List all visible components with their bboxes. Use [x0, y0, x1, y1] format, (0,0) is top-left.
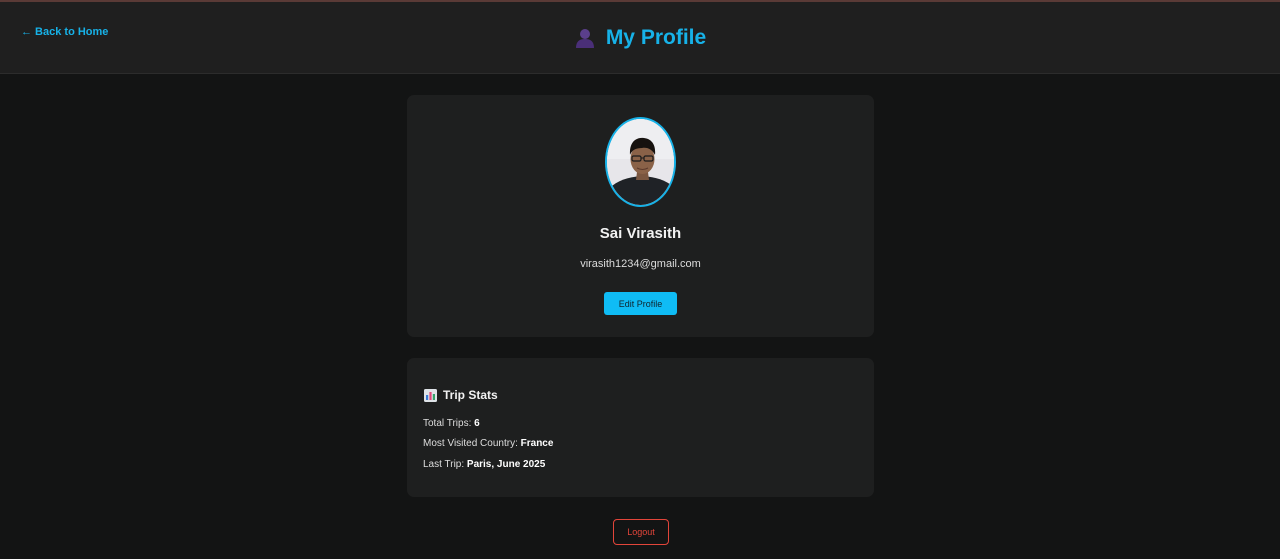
user-name: Sai Virasith [599, 225, 682, 242]
logout-button[interactable]: Logout [613, 519, 669, 545]
profile-card: Sai Virasith virasith1234@gmail.com Edit… [407, 95, 874, 337]
stat-value: Paris, June 2025 [466, 459, 546, 470]
trip-stats-card: Trip Stats Total Trips: 6 Most Visited C… [407, 358, 874, 497]
stat-last-trip: Last Trip: Paris, June 2025 [423, 459, 545, 470]
stat-label: Last Trip: [423, 459, 467, 470]
stat-label: Most Visited Country: [423, 438, 521, 449]
user-email: virasith1234@gmail.com [580, 258, 701, 270]
stat-most-visited-country: Most Visited Country: France [423, 438, 553, 449]
stat-value: 6 [474, 418, 480, 429]
trip-stats-heading: Trip Stats [424, 388, 498, 402]
bar-chart-icon [424, 388, 437, 402]
trip-stats-title: Trip Stats [443, 388, 498, 402]
person-icon [575, 29, 594, 48]
stat-value: France [520, 438, 554, 449]
page-header: ← Back to Home My Profile [0, 2, 1280, 74]
page-title-group: My Profile [0, 26, 1280, 50]
edit-profile-button[interactable]: Edit Profile [604, 292, 677, 315]
avatar [605, 117, 676, 207]
profile-photo [607, 119, 674, 205]
stat-total-trips: Total Trips: 6 [423, 418, 480, 429]
page-title: My Profile [605, 26, 707, 49]
stat-label: Total Trips: [423, 418, 475, 429]
